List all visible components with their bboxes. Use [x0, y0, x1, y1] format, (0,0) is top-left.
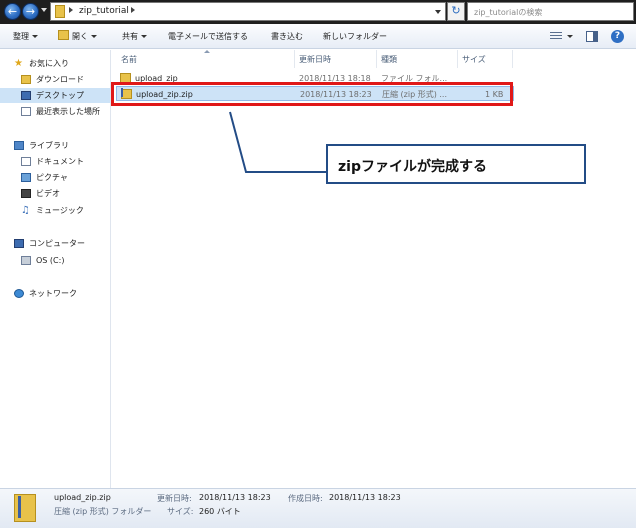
details-size-label: サイズ:	[167, 507, 194, 516]
nav-pictures[interactable]: ピクチャ	[0, 170, 110, 185]
nav-network[interactable]: ネットワーク	[0, 286, 110, 301]
sort-ascending-icon	[204, 50, 210, 53]
refresh-icon: ↻	[451, 4, 461, 17]
videos-icon	[21, 189, 31, 198]
organize-label: 整理	[13, 32, 29, 41]
nav-label: ドキュメント	[36, 157, 84, 166]
nav-label: OS (C:)	[36, 256, 65, 265]
column-headers: 名前 更新日時 種類 サイズ	[112, 50, 636, 68]
nav-label: デスクトップ	[36, 91, 84, 100]
nav-documents[interactable]: ドキュメント	[0, 154, 110, 169]
chevron-down-icon[interactable]	[435, 10, 441, 14]
search-placeholder: zip_tutorialの検索	[474, 8, 543, 17]
nav-recent-places[interactable]: 最近表示した場所	[0, 104, 110, 119]
share-label: 共有	[122, 32, 138, 41]
desktop-icon	[21, 91, 31, 100]
new-folder-label: 新しいフォルダー	[323, 32, 387, 41]
folder-icon	[58, 30, 69, 40]
recent-pages-dropdown-icon[interactable]	[41, 8, 47, 12]
computer-icon	[14, 239, 24, 248]
music-note-icon: ♫	[21, 205, 30, 216]
email-label: 電子メールで送信する	[168, 32, 248, 41]
column-header-type[interactable]: 種類	[381, 54, 397, 65]
column-header-date[interactable]: 更新日時	[299, 54, 331, 65]
chevron-down-icon	[91, 35, 97, 38]
chevron-down-icon[interactable]	[567, 35, 573, 38]
nav-label: ダウンロード	[36, 75, 84, 84]
nav-label: ビデオ	[36, 189, 60, 198]
burn-button[interactable]: 書き込む	[271, 31, 303, 42]
email-button[interactable]: 電子メールで送信する	[168, 31, 248, 42]
organize-button[interactable]: 整理	[13, 31, 38, 42]
arrow-left-icon: ←	[7, 5, 18, 18]
details-filename: upload_zip.zip	[54, 493, 111, 502]
star-icon: ★	[14, 58, 23, 69]
new-folder-button[interactable]: 新しいフォルダー	[323, 31, 387, 42]
downloads-folder-icon	[21, 75, 31, 84]
open-label: 開く	[72, 32, 88, 41]
view-options-icon[interactable]	[550, 32, 562, 41]
details-pane: upload_zip.zip 圧縮 (zip 形式) フォルダー 更新日時: 2…	[0, 488, 636, 528]
library-icon	[14, 141, 24, 150]
breadcrumb-zip-tutorial[interactable]: zip_tutorial	[79, 6, 129, 16]
documents-icon	[21, 157, 31, 166]
chevron-right-icon[interactable]	[131, 7, 135, 13]
nav-desktop[interactable]: デスクトップ	[0, 88, 110, 103]
nav-label: お気に入り	[29, 59, 69, 68]
nav-libraries[interactable]: ライブラリ	[0, 138, 110, 153]
nav-drive-c[interactable]: OS (C:)	[0, 253, 110, 268]
forward-button[interactable]: →	[22, 3, 39, 20]
details-modified-label: 更新日時:	[157, 494, 192, 503]
arrow-right-icon: →	[25, 5, 36, 18]
details-created-label: 作成日時:	[288, 494, 323, 503]
chevron-right-icon[interactable]	[69, 7, 73, 13]
details-created-value: 2018/11/13 18:23	[329, 493, 401, 502]
chevron-down-icon	[141, 35, 147, 38]
zip-stripe-icon	[18, 496, 21, 518]
preview-pane-icon[interactable]	[586, 31, 598, 42]
nav-label: コンピューター	[29, 239, 85, 248]
callout-box: zipファイルが完成する	[326, 144, 586, 184]
help-icon[interactable]: ?	[611, 30, 624, 43]
nav-label: ピクチャ	[36, 173, 68, 182]
command-bar: 整理 開く 共有 電子メールで送信する 書き込む 新しいフォルダー ?	[0, 24, 636, 49]
column-divider[interactable]	[457, 50, 458, 68]
nav-label: ライブラリ	[29, 141, 69, 150]
details-type: 圧縮 (zip 形式) フォルダー	[54, 507, 152, 516]
column-divider[interactable]	[294, 50, 295, 68]
callout-text: zipファイルが完成する	[338, 159, 487, 175]
column-header-name[interactable]: 名前	[121, 54, 137, 65]
column-divider[interactable]	[512, 50, 513, 68]
address-bar: ← → zip_tutorial ↻ zip_tutorialの検索	[0, 0, 636, 24]
drive-icon	[21, 256, 31, 265]
pictures-icon	[21, 173, 31, 182]
details-modified-value: 2018/11/13 18:23	[199, 493, 271, 502]
network-icon	[14, 289, 24, 298]
nav-computer[interactable]: コンピューター	[0, 236, 110, 251]
nav-music[interactable]: ♫ ミュージック	[0, 203, 110, 218]
column-header-size[interactable]: サイズ	[462, 54, 486, 65]
nav-downloads[interactable]: ダウンロード	[0, 72, 110, 87]
nav-label: 最近表示した場所	[36, 107, 100, 116]
navigation-pane: ★ お気に入り ダウンロード デスクトップ 最近表示した場所 ライブラリ ドキュ…	[0, 50, 111, 488]
refresh-button[interactable]: ↻	[447, 2, 465, 21]
nav-videos[interactable]: ビデオ	[0, 186, 110, 201]
search-input[interactable]: zip_tutorialの検索	[467, 2, 634, 21]
file-list: 名前 更新日時 種類 サイズ upload_zip 2018/11/13 18:…	[112, 50, 636, 488]
column-divider[interactable]	[376, 50, 377, 68]
nav-label: ネットワーク	[29, 289, 77, 298]
open-button[interactable]: 開く	[72, 31, 97, 42]
nav-favorites[interactable]: ★ お気に入り	[0, 56, 110, 71]
chevron-down-icon	[32, 35, 38, 38]
recent-places-icon	[21, 107, 31, 116]
address-path-box[interactable]: zip_tutorial	[50, 2, 446, 21]
back-button[interactable]: ←	[4, 3, 21, 20]
burn-label: 書き込む	[271, 32, 303, 41]
share-button[interactable]: 共有	[122, 31, 147, 42]
details-size-value: 260 バイト	[199, 507, 241, 516]
highlight-box	[111, 82, 513, 106]
nav-label: ミュージック	[36, 206, 84, 215]
folder-icon	[55, 5, 65, 18]
